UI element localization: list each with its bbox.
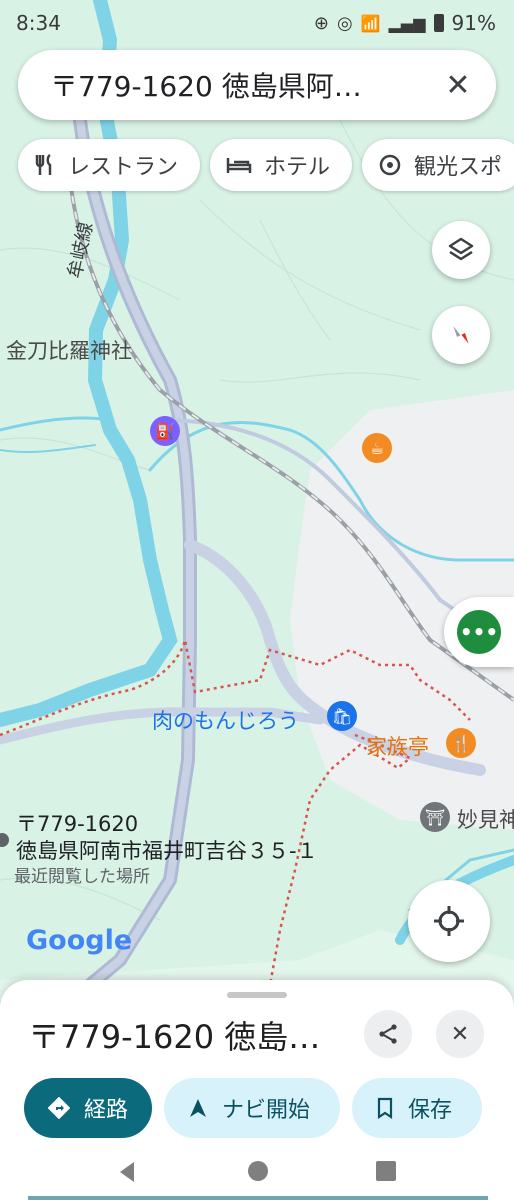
system-nav-bar [0,1146,514,1200]
sheet-close-button[interactable]: ✕ [436,1010,484,1058]
shop-label[interactable]: 肉のもんじろう [152,705,299,735]
compass-icon [452,324,470,346]
action-buttons: 経路 ナビ開始 保存 [24,1078,482,1138]
chip-restaurant[interactable]: レストラン [18,139,201,191]
home-icon[interactable] [246,1159,270,1183]
gas-station-icon[interactable]: ⛽ [150,416,180,446]
place-title: 〒779-1620 徳島… [28,1018,321,1056]
shrine-label[interactable]: 金刀比羅神社 [6,335,132,365]
recents-icon[interactable] [375,1160,397,1182]
shopping-bag-icon[interactable]: 🛍 [327,701,357,731]
restaurant-label[interactable]: 家族亭 [366,731,429,761]
pin-postal-label[interactable]: 〒779-1620 [16,808,138,838]
layers-button[interactable] [432,221,490,279]
battery-icon [433,14,444,32]
chip-label: ホテル [264,155,331,180]
chip-label: レストラン [68,155,179,180]
google-logo: Google [26,925,133,956]
directions-button[interactable]: 経路 [24,1078,152,1138]
more-icon: ••• [457,610,501,654]
action-label: 保存 [408,1098,453,1123]
restaurant-icon[interactable]: 🍴 [446,728,476,758]
status-bar: 8:34 ⊕ ◎ 📶 ▂▄▆ 91% [0,0,514,46]
bed-icon [226,158,252,173]
pin-note-label: 最近閲覧した場所 [14,867,150,887]
sheet-bottom-edge [28,1196,488,1200]
camera-icon [379,154,401,176]
chip-label: 観光スポ [414,155,503,180]
navigation-arrow-icon [190,1099,206,1117]
search-bar[interactable]: 〒779-1620 徳島県阿… ✕ [18,50,496,120]
temple-icon[interactable]: ⛩ [420,802,450,832]
my-location-button[interactable] [408,880,490,962]
action-label: ナビ開始 [222,1098,311,1123]
status-time: 8:34 [16,11,61,35]
sync-icon: ⊕ [313,12,329,34]
compass-button[interactable] [432,306,490,364]
chip-hotel[interactable]: ホテル [210,139,353,191]
my-location-icon [434,906,464,936]
bookmark-icon [377,1097,393,1119]
pin-address-label[interactable]: 徳島県阿南市福井町吉谷３５-１ [16,835,318,865]
save-button[interactable]: 保存 [352,1078,482,1138]
temple-label[interactable]: 妙見神 [457,804,514,834]
signal-icon: ▂▄▆ [388,13,426,33]
search-text[interactable]: 〒779-1620 徳島県阿… [50,65,438,105]
directions-icon [48,1097,70,1119]
start-navigation-button[interactable]: ナビ開始 [164,1078,340,1138]
battery-percent: 91% [451,11,496,35]
chip-sightseeing[interactable]: 観光スポ [362,139,514,191]
more-button[interactable]: ••• [444,597,514,667]
close-icon: ✕ [450,1021,470,1047]
layers-icon [448,237,474,261]
close-icon[interactable]: ✕ [438,65,478,105]
cafe-icon[interactable]: ☕ [362,433,392,463]
share-icon [379,1024,397,1044]
fork-knife-icon [35,153,52,175]
wifi-icon: 📶 [360,13,381,33]
location-icon: ◎ [336,12,353,34]
sheet-drag-handle[interactable] [227,992,287,998]
share-button[interactable] [364,1010,412,1058]
category-chips: レストラン ホテル 観光スポ [18,139,514,191]
action-label: 経路 [83,1098,128,1123]
back-icon[interactable] [116,1160,138,1184]
